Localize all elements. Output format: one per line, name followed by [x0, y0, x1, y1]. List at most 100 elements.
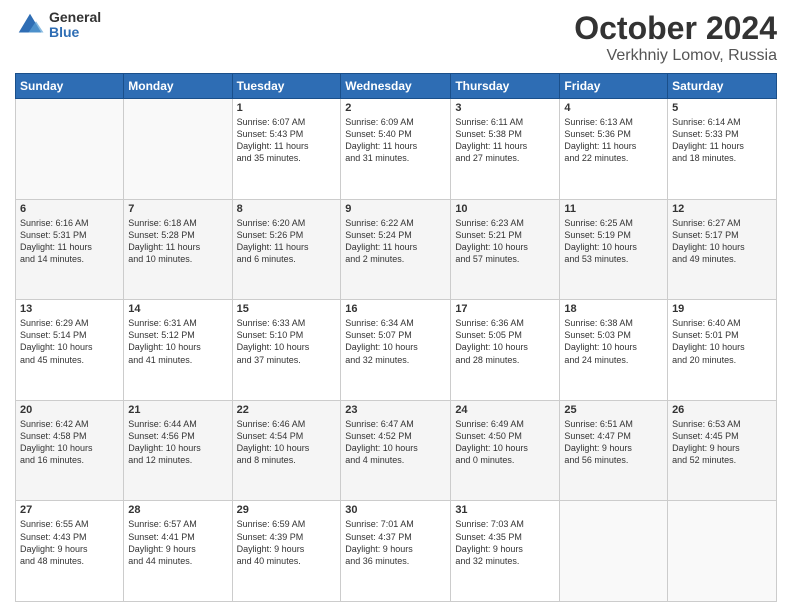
calendar-cell: 3 Sunrise: 6:11 AM Sunset: 5:38 PM Daylig… [451, 99, 560, 200]
calendar-cell: 10Sunrise: 6:23 AM Sunset: 5:21 PM Dayli… [451, 199, 560, 300]
cell-info: Sunrise: 6:11 AM Sunset: 5:38 PM Dayligh… [455, 116, 555, 165]
cell-info: Sunrise: 6:46 AM Sunset: 4:54 PM Dayligh… [237, 418, 337, 467]
calendar-cell: 16Sunrise: 6:34 AM Sunset: 5:07 PM Dayli… [341, 300, 451, 401]
calendar-cell: 21 Sunrise: 6:44 AM Sunset: 4:56 PM Dayli… [124, 400, 232, 501]
day-number: 2 [345, 102, 446, 114]
calendar-cell: 14 Sunrise: 6:31 AM Sunset: 5:12 PM Dayli… [124, 300, 232, 401]
calendar-cell [668, 501, 777, 602]
day-number: 3 [455, 102, 555, 114]
calendar-week-3: 13 Sunrise: 6:29 AM Sunset: 5:14 PM Dayli… [16, 300, 777, 401]
day-number: 22 [237, 404, 337, 416]
calendar-cell: 4 Sunrise: 6:13 AM Sunset: 5:36 PM Daylig… [560, 99, 668, 200]
cell-info: Sunrise: 6:51 AM Sunset: 4:47 PM Dayligh… [564, 418, 663, 467]
calendar-cell: 1 Sunrise: 6:07 AM Sunset: 5:43 PM Daylig… [232, 99, 341, 200]
day-number: 28 [128, 504, 227, 516]
cell-info: Sunrise: 6:20 AM Sunset: 5:26 PM Dayligh… [237, 217, 337, 266]
calendar-cell: 8 Sunrise: 6:20 AM Sunset: 5:26 PM Daylig… [232, 199, 341, 300]
calendar-table: Sunday Monday Tuesday Wednesday Thursday… [15, 73, 777, 602]
header: General Blue October 2024 Verkhniy Lomov… [15, 10, 777, 65]
calendar-cell: 11Sunrise: 6:25 AM Sunset: 5:19 PM Dayli… [560, 199, 668, 300]
calendar-cell: 26Sunrise: 6:53 AM Sunset: 4:45 PM Dayli… [668, 400, 777, 501]
cell-info: Sunrise: 6:07 AM Sunset: 5:43 PM Dayligh… [237, 116, 337, 165]
day-number: 12 [672, 203, 772, 215]
logo: General Blue [15, 10, 101, 41]
page: General Blue October 2024 Verkhniy Lomov… [0, 0, 792, 612]
cell-info: Sunrise: 7:03 AM Sunset: 4:35 PM Dayligh… [455, 518, 555, 567]
calendar-cell [16, 99, 124, 200]
calendar-cell: 13 Sunrise: 6:29 AM Sunset: 5:14 PM Dayli… [16, 300, 124, 401]
cell-info: Sunrise: 6:29 AM Sunset: 5:14 PM Dayligh… [20, 317, 119, 366]
calendar-week-1: 1 Sunrise: 6:07 AM Sunset: 5:43 PM Daylig… [16, 99, 777, 200]
cell-info: Sunrise: 6:18 AM Sunset: 5:28 PM Dayligh… [128, 217, 227, 266]
col-friday: Friday [560, 74, 668, 99]
day-number: 24 [455, 404, 555, 416]
calendar-cell [124, 99, 232, 200]
col-thursday: Thursday [451, 74, 560, 99]
day-number: 29 [237, 504, 337, 516]
cell-info: Sunrise: 6:53 AM Sunset: 4:45 PM Dayligh… [672, 418, 772, 467]
calendar-cell: 29 Sunrise: 6:59 AM Sunset: 4:39 PM Dayli… [232, 501, 341, 602]
cell-info: Sunrise: 6:57 AM Sunset: 4:41 PM Dayligh… [128, 518, 227, 567]
day-number: 8 [237, 203, 337, 215]
day-number: 13 [20, 303, 119, 315]
calendar-cell: 28 Sunrise: 6:57 AM Sunset: 4:41 PM Dayli… [124, 501, 232, 602]
cell-info: Sunrise: 6:16 AM Sunset: 5:31 PM Dayligh… [20, 217, 119, 266]
day-number: 30 [345, 504, 446, 516]
day-number: 21 [128, 404, 227, 416]
cell-info: Sunrise: 6:31 AM Sunset: 5:12 PM Dayligh… [128, 317, 227, 366]
calendar-cell: 27Sunrise: 6:55 AM Sunset: 4:43 PM Dayli… [16, 501, 124, 602]
col-wednesday: Wednesday [341, 74, 451, 99]
day-number: 17 [455, 303, 555, 315]
day-number: 11 [564, 203, 663, 215]
calendar-cell: 31 Sunrise: 7:03 AM Sunset: 4:35 PM Dayli… [451, 501, 560, 602]
day-number: 20 [20, 404, 119, 416]
day-number: 15 [237, 303, 337, 315]
day-number: 4 [564, 102, 663, 114]
calendar-cell: 18 Sunrise: 6:38 AM Sunset: 5:03 PM Dayli… [560, 300, 668, 401]
cell-info: Sunrise: 6:14 AM Sunset: 5:33 PM Dayligh… [672, 116, 772, 165]
day-number: 18 [564, 303, 663, 315]
day-number: 19 [672, 303, 772, 315]
cell-info: Sunrise: 6:34 AM Sunset: 5:07 PM Dayligh… [345, 317, 446, 366]
cell-info: Sunrise: 6:47 AM Sunset: 4:52 PM Dayligh… [345, 418, 446, 467]
day-number: 25 [564, 404, 663, 416]
calendar-week-4: 20 Sunrise: 6:42 AM Sunset: 4:58 PM Dayli… [16, 400, 777, 501]
cell-info: Sunrise: 6:59 AM Sunset: 4:39 PM Dayligh… [237, 518, 337, 567]
col-sunday: Sunday [16, 74, 124, 99]
logo-general: General [49, 10, 101, 25]
day-number: 23 [345, 404, 446, 416]
calendar-cell: 6 Sunrise: 6:16 AM Sunset: 5:31 PM Daylig… [16, 199, 124, 300]
cell-info: Sunrise: 6:38 AM Sunset: 5:03 PM Dayligh… [564, 317, 663, 366]
day-number: 6 [20, 203, 119, 215]
calendar-cell: 7Sunrise: 6:18 AM Sunset: 5:28 PM Daylig… [124, 199, 232, 300]
col-monday: Monday [124, 74, 232, 99]
cell-info: Sunrise: 6:40 AM Sunset: 5:01 PM Dayligh… [672, 317, 772, 366]
title-block: October 2024 Verkhniy Lomov, Russia [574, 10, 777, 65]
day-number: 27 [20, 504, 119, 516]
calendar-cell: 25 Sunrise: 6:51 AM Sunset: 4:47 PM Dayli… [560, 400, 668, 501]
cell-info: Sunrise: 6:22 AM Sunset: 5:24 PM Dayligh… [345, 217, 446, 266]
calendar-cell: 30 Sunrise: 7:01 AM Sunset: 4:37 PM Dayli… [341, 501, 451, 602]
cell-info: Sunrise: 6:49 AM Sunset: 4:50 PM Dayligh… [455, 418, 555, 467]
cell-info: Sunrise: 6:13 AM Sunset: 5:36 PM Dayligh… [564, 116, 663, 165]
calendar-cell: 20 Sunrise: 6:42 AM Sunset: 4:58 PM Dayli… [16, 400, 124, 501]
cell-info: Sunrise: 6:42 AM Sunset: 4:58 PM Dayligh… [20, 418, 119, 467]
cell-info: Sunrise: 6:33 AM Sunset: 5:10 PM Dayligh… [237, 317, 337, 366]
day-number: 10 [455, 203, 555, 215]
day-number: 31 [455, 504, 555, 516]
day-number: 1 [237, 102, 337, 114]
cell-info: Sunrise: 7:01 AM Sunset: 4:37 PM Dayligh… [345, 518, 446, 567]
calendar-cell: 24 Sunrise: 6:49 AM Sunset: 4:50 PM Dayli… [451, 400, 560, 501]
calendar-cell: 9Sunrise: 6:22 AM Sunset: 5:24 PM Daylig… [341, 199, 451, 300]
calendar-cell: 22 Sunrise: 6:46 AM Sunset: 4:54 PM Dayli… [232, 400, 341, 501]
calendar-week-5: 27Sunrise: 6:55 AM Sunset: 4:43 PM Dayli… [16, 501, 777, 602]
day-number: 14 [128, 303, 227, 315]
calendar-week-2: 6 Sunrise: 6:16 AM Sunset: 5:31 PM Daylig… [16, 199, 777, 300]
cell-info: Sunrise: 6:36 AM Sunset: 5:05 PM Dayligh… [455, 317, 555, 366]
cell-info: Sunrise: 6:44 AM Sunset: 4:56 PM Dayligh… [128, 418, 227, 467]
calendar-cell: 23 Sunrise: 6:47 AM Sunset: 4:52 PM Dayli… [341, 400, 451, 501]
logo-icon [15, 10, 45, 40]
header-row: Sunday Monday Tuesday Wednesday Thursday… [16, 74, 777, 99]
calendar-cell: 19 Sunrise: 6:40 AM Sunset: 5:01 PM Dayli… [668, 300, 777, 401]
calendar-cell: 15 Sunrise: 6:33 AM Sunset: 5:10 PM Dayli… [232, 300, 341, 401]
